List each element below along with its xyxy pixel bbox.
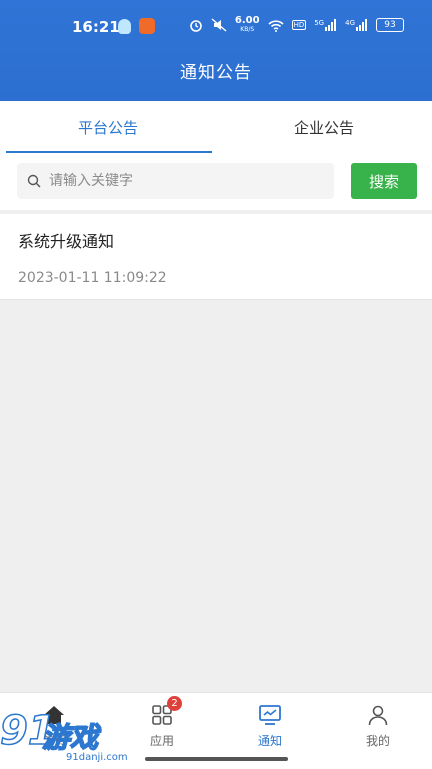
alarm-icon [190, 20, 202, 32]
search-button[interactable]: 搜索 [351, 163, 417, 199]
notice-time: 2023-01-11 11:09:22 [18, 270, 167, 286]
signal-5g: 5G [314, 19, 337, 31]
nav-label: 我的 [365, 734, 390, 748]
signal-4g-label: 4G [345, 19, 355, 27]
qq-notification-icon [118, 19, 131, 34]
nav-label: 应用 [149, 734, 174, 748]
net-speed-value: 6.00 [234, 15, 260, 26]
signal-5g-label: 5G [314, 19, 325, 27]
search-icon [27, 174, 41, 188]
monitor-chart-icon [259, 705, 281, 725]
watermark-site: 91danji.com [66, 752, 128, 763]
tab-label: 企业公告 [293, 118, 354, 137]
nav-label: 通知 [257, 734, 282, 748]
signal-bars-icon [356, 19, 367, 31]
user-icon [368, 705, 388, 726]
page-title: 通知公告 [180, 63, 252, 83]
tab-label: 平台公告 [77, 118, 138, 137]
search-box[interactable] [17, 163, 334, 199]
status-icons: 6.00 KB/S HD 5G 4G 93 [189, 16, 404, 34]
battery-icon: 93 [376, 18, 404, 32]
status-time: 16:21 [72, 18, 120, 36]
home-indicator [145, 757, 288, 761]
watermark-logo: 91 游戏 91danji.com [0, 706, 140, 766]
net-speed-unit: KB/S [240, 26, 255, 33]
search-bar: 搜索 [0, 153, 432, 210]
app-header: 16:21 6.00 KB/S HD 5G 4G 93 通知公告 [0, 0, 432, 101]
notice-tabs: 平台公告 企业公告 [0, 101, 432, 153]
mute-icon [211, 18, 227, 32]
notice-title: 系统升级通知 [18, 232, 115, 251]
signal-bars-icon [325, 19, 337, 31]
status-bar: 16:21 6.00 KB/S HD 5G 4G 93 [0, 0, 432, 56]
list-item[interactable]: 系统升级通知 2023-01-11 11:09:22 [0, 214, 432, 300]
net-speed: 6.00 KB/S [235, 16, 260, 34]
tab-enterprise-notice[interactable]: 企业公告 [216, 101, 432, 153]
battery-level: 93 [384, 20, 396, 30]
nav-item-mine[interactable]: 我的 [324, 693, 432, 769]
notice-list: 系统升级通知 2023-01-11 11:09:22 [0, 214, 432, 300]
search-input[interactable] [47, 172, 311, 190]
notification-badge: 2 [167, 696, 182, 711]
hd-badge: HD [291, 20, 307, 30]
app-notification-icon [139, 18, 155, 34]
signal-4g: 4G [345, 19, 368, 31]
watermark-text: 游戏 [41, 720, 99, 755]
tab-platform-notice[interactable]: 平台公告 [0, 101, 216, 153]
wifi-icon [268, 19, 284, 32]
